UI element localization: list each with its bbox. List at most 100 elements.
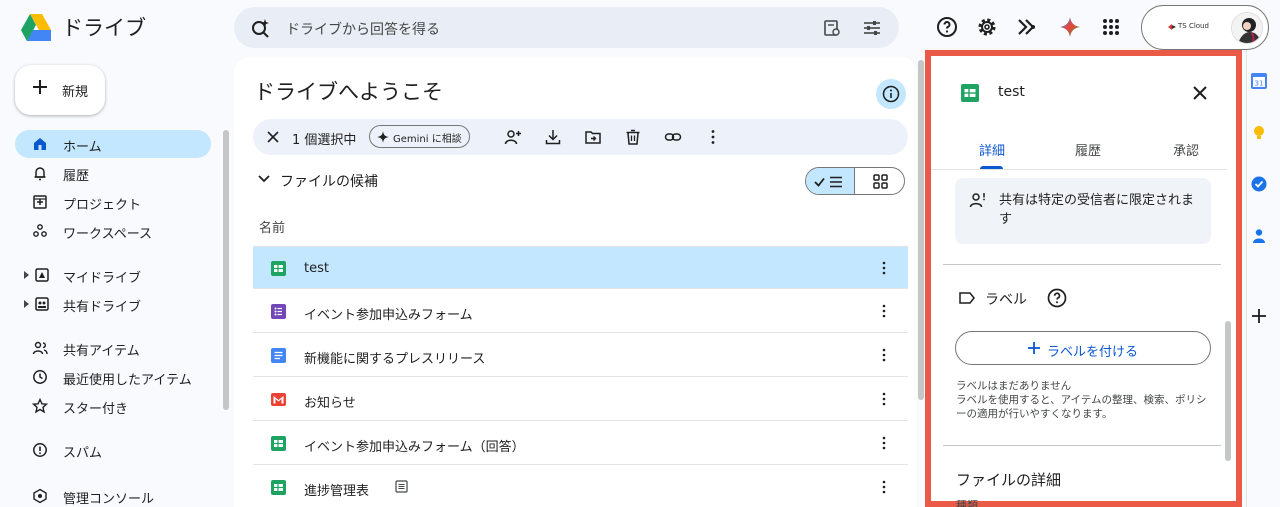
settings-gear-icon[interactable] <box>975 15 999 39</box>
sidebar-item-label: 共有ドライブ <box>63 300 142 315</box>
ask-gemini-label: Gemini に相談 <box>393 134 462 145</box>
search-filter-icon[interactable] <box>822 18 842 38</box>
sidebar-item-label: プロジェクト <box>63 198 142 213</box>
file-row[interactable]: イベント参加申込みフォーム <box>253 290 908 333</box>
details-file-name: test <box>998 84 1025 100</box>
file-row[interactable]: 進捗管理表 <box>253 466 908 507</box>
move-to-folder-icon[interactable] <box>584 128 602 146</box>
page-title: ドライブへようこそ <box>254 80 443 104</box>
grid-view-button[interactable] <box>856 168 904 194</box>
drive-logo-icon[interactable] <box>18 10 54 46</box>
divider <box>943 264 1221 265</box>
details-scrollbar[interactable] <box>1225 321 1231 461</box>
clear-selection-icon[interactable] <box>266 130 280 144</box>
sharing-text: 共有は特定の受信者に限定されます <box>999 193 1195 227</box>
download-icon[interactable] <box>544 128 562 146</box>
person-share-icon <box>969 193 985 208</box>
plus-icon <box>33 80 47 94</box>
sidebar-scrollbar[interactable] <box>223 130 229 410</box>
chevron-down-icon <box>258 175 270 183</box>
more-options-icon[interactable] <box>876 391 892 407</box>
file-row[interactable]: 新機能に関するプレスリリース <box>253 334 908 377</box>
sidebar-item-workspace[interactable]: ワークスペース <box>15 217 211 245</box>
help-icon[interactable] <box>935 15 959 39</box>
clock-icon <box>33 370 47 384</box>
tab-details[interactable]: 詳細 <box>979 140 1005 159</box>
tune-icon[interactable] <box>862 18 882 38</box>
apps-script-icon[interactable] <box>1015 15 1039 39</box>
list-view-button[interactable] <box>806 168 855 194</box>
help-icon[interactable] <box>1046 287 1068 309</box>
column-header-name[interactable]: 名前 <box>259 217 285 236</box>
account-switcher[interactable]: TS Cloud <box>1141 5 1269 50</box>
sidebar-item-recent[interactable]: 最近使用したアイテム <box>15 363 211 391</box>
main-panel: ドライブへようこそ 1 個選択中 Gemini に相談 ファイルの候補 名前 t… <box>234 57 917 507</box>
sheets-file-icon <box>271 261 286 276</box>
tab-approvals[interactable]: 承認 <box>1173 140 1199 159</box>
top-bar: ドライブ ドライブから回答を得る TS Cloud <box>0 0 1280 56</box>
trash-icon[interactable] <box>624 128 642 146</box>
svg-text:31: 31 <box>1255 80 1264 88</box>
keep-icon[interactable] <box>1250 124 1268 142</box>
search-bar[interactable]: ドライブから回答を得る <box>234 7 899 48</box>
sidebar-item-my-drive[interactable]: マイドライブ <box>15 261 211 289</box>
org-name: TS Cloud <box>1178 22 1209 30</box>
plus-icon <box>1028 342 1040 354</box>
details-toggle-button[interactable] <box>876 79 906 109</box>
sidebar-item-projects[interactable]: プロジェクト <box>15 188 211 216</box>
file-name: イベント参加申込みフォーム <box>304 308 473 323</box>
search-input[interactable]: ドライブから回答を得る <box>286 19 440 39</box>
star-icon <box>32 398 48 414</box>
expand-caret-icon[interactable] <box>24 271 29 279</box>
tab-divider <box>931 169 1227 170</box>
copy-link-icon[interactable] <box>664 128 682 146</box>
sidebar-item-label: ワークスペース <box>63 227 153 242</box>
more-options-icon[interactable] <box>876 479 892 495</box>
sidebar-item-shared-drives[interactable]: 共有ドライブ <box>15 290 211 318</box>
tab-history[interactable]: 履歴 <box>1075 140 1101 159</box>
calendar-icon[interactable]: 31 <box>1250 72 1268 90</box>
close-icon[interactable] <box>1192 85 1208 101</box>
main-scrollbar[interactable] <box>918 60 924 400</box>
file-row[interactable]: test <box>253 246 908 289</box>
add-addon-icon[interactable] <box>1250 307 1268 325</box>
share-add-person-icon[interactable] <box>504 128 522 146</box>
divider <box>943 445 1221 446</box>
more-options-icon[interactable] <box>876 303 892 319</box>
contacts-icon[interactable] <box>1250 227 1268 245</box>
app-title[interactable]: ドライブ <box>62 12 146 42</box>
sidebar-item-home[interactable]: ホーム <box>15 130 211 158</box>
docs-file-icon <box>271 348 286 363</box>
section-label: ファイルの候補 <box>280 174 378 190</box>
sidebar-item-spam[interactable]: スパム <box>15 436 211 464</box>
expand-caret-icon[interactable] <box>24 300 29 308</box>
gemini-icon[interactable] <box>1058 15 1082 39</box>
my-drive-icon <box>35 268 49 282</box>
apps-grid-icon[interactable] <box>1099 15 1123 39</box>
file-row[interactable]: イベント参加申込みフォーム（回答） <box>253 422 908 465</box>
sheets-file-icon <box>271 436 286 451</box>
file-row[interactable]: お知らせ <box>253 378 908 421</box>
more-options-icon[interactable] <box>876 435 892 451</box>
labels-empty-note: ラベルはまだありません ラベルを使用すると、アイテムの整理、検索、ポリシーの適用… <box>956 380 1207 420</box>
more-options-icon[interactable] <box>876 260 892 276</box>
project-icon <box>33 195 47 209</box>
sidebar-item-shared-with-me[interactable]: 共有アイテム <box>15 334 211 362</box>
people-icon <box>32 341 48 355</box>
sidebar-item-starred[interactable]: スター付き <box>15 392 211 420</box>
more-options-icon[interactable] <box>876 347 892 363</box>
sharing-summary[interactable]: 共有は特定の受信者に限定されます <box>955 178 1211 244</box>
add-label-button[interactable]: ラベルを付ける <box>955 331 1211 365</box>
search-sparkle-icon <box>252 19 269 38</box>
sidebar-item-history[interactable]: 履歴 <box>15 159 211 187</box>
sidebar-item-label: マイドライブ <box>63 271 142 286</box>
shared-drive-icon <box>35 297 49 311</box>
new-button[interactable]: 新規 <box>15 65 105 115</box>
tasks-icon[interactable] <box>1250 175 1268 193</box>
org-logo: TS Cloud <box>1158 14 1222 42</box>
ask-gemini-button[interactable]: Gemini に相談 <box>369 125 470 148</box>
avatar[interactable] <box>1231 12 1263 44</box>
more-options-icon[interactable] <box>704 128 722 146</box>
sidebar-item-admin-console[interactable]: 管理コンソール <box>15 482 211 507</box>
new-button-label: 新規 <box>62 85 89 100</box>
